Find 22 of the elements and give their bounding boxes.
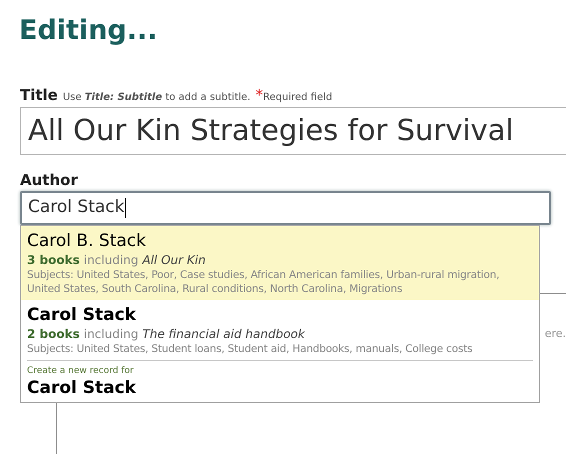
- required-note: *Required field: [255, 85, 332, 106]
- field-label: Title: [20, 85, 58, 106]
- author-field[interactable]: Carol Stack: [20, 191, 551, 225]
- including-label: including: [84, 326, 138, 342]
- author-name: Carol B. Stack: [27, 230, 147, 252]
- subjects-text: Subjects: United States, Student loans, Student aid, Handbooks, manuals, College costs: [27, 342, 474, 356]
- field-label: Author: [20, 170, 78, 190]
- suggestion-item[interactable]: [21, 226, 539, 300]
- create-caption: Create a new record for: [27, 365, 135, 377]
- page-heading: Editing...: [19, 14, 158, 48]
- book-count: 3 books: [27, 252, 80, 268]
- author-name: Carol Stack: [27, 377, 137, 399]
- author-name: Carol Stack: [27, 304, 137, 326]
- subjects-text: Subjects: United States, Poor, Case studies, African American families, Urban-rural migration, United States, South Carolina, Rural conditions, North Carolina, Migrations: [27, 268, 500, 296]
- prompt-text: ere.: [544, 326, 566, 342]
- book-title: The financial aid handbook: [142, 326, 305, 342]
- book-count: 2 books: [27, 326, 80, 342]
- create-record-item[interactable]: Create a new record for Carol Stack: [27, 360, 533, 402]
- title-field[interactable]: All Our Kin Strategies for Survival: [20, 106, 566, 154]
- including-label: including: [84, 252, 138, 268]
- field-hint: Use Title: Subtitle to add a subtitle.: [62, 91, 250, 105]
- book-title: All Our Kin: [142, 252, 206, 268]
